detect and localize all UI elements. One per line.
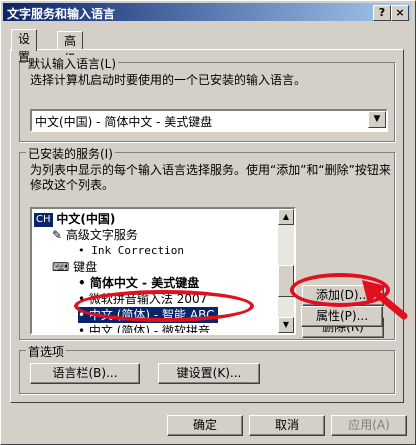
tree-label: 中文(中国): [56, 212, 116, 226]
title-bar[interactable]: 文字服务和输入语言 ? ×: [3, 3, 411, 21]
chevron-down-icon[interactable]: ▼: [368, 111, 386, 128]
window-title: 文字服务和输入语言: [7, 7, 116, 21]
preferences-legend: 首选项: [26, 343, 67, 360]
tab-settings-label: 设置: [18, 32, 31, 64]
tree-label: Ink Correction: [91, 244, 184, 257]
tree-item-language[interactable]: CH 中文(中国): [34, 211, 115, 227]
keyboard-icon: ⌨: [52, 260, 70, 274]
default-language-group: 默认输入语言(L) 选择计算机启动时要使用的一个已安装的输入语言。 中文(中国)…: [19, 55, 395, 142]
tree-scrollbar[interactable]: ▲ ▼: [278, 209, 294, 333]
default-language-legend: 默认输入语言(L): [26, 55, 119, 72]
default-language-value: 中文(中国) - 简体中文 - 美式键盘: [35, 115, 213, 129]
tree-label: 简体中文 - 美式键盘: [89, 276, 200, 290]
bullet-icon: •: [78, 324, 86, 335]
services-icon: ✎: [52, 228, 63, 242]
settings-panel: 默认输入语言(L) 选择计算机启动时要使用的一个已安装的输入语言。 中文(中国)…: [10, 49, 404, 403]
help-button[interactable]: ?: [373, 5, 391, 21]
tree-label: 中文 (简体) - 微软拼音: [88, 324, 211, 335]
bullet-icon: •: [78, 244, 85, 257]
installed-services-desc: 为列表中显示的每个输入语言选择服务。使用“添加”和“删除”按钮来修改这个列表。: [30, 163, 391, 192]
tree-item-advanced-services[interactable]: ✎ 高级文字服务: [52, 227, 138, 243]
preferences-group: 首选项 语言栏(B)... 键设置(K)...: [19, 343, 395, 394]
key-settings-button[interactable]: 键设置(K)...: [158, 363, 260, 384]
language-bar-button[interactable]: 语言栏(B)...: [30, 363, 140, 384]
apply-button[interactable]: 应用(A): [331, 415, 407, 436]
tree-item-us-keyboard[interactable]: • 简体中文 - 美式键盘: [78, 275, 199, 291]
tab-advanced[interactable]: 高级: [57, 31, 84, 66]
ok-button[interactable]: 确定: [167, 415, 243, 436]
installed-services-legend: 已安装的服务(I): [26, 145, 115, 162]
default-language-desc: 选择计算机启动时要使用的一个已安装的输入语言。: [30, 73, 307, 87]
cancel-button[interactable]: 取消: [249, 415, 325, 436]
highlight-oval-smart-abc: [74, 290, 254, 322]
tree-label: 高级文字服务: [65, 228, 138, 242]
tree-item-keyboard[interactable]: ⌨ 键盘: [52, 259, 97, 275]
bullet-icon: •: [78, 276, 86, 290]
language-badge-icon: CH: [34, 212, 53, 227]
red-arrow-icon: [362, 280, 408, 320]
tab-settings[interactable]: 设置: [11, 29, 38, 64]
scroll-down-icon[interactable]: ▼: [278, 317, 294, 333]
default-language-select[interactable]: 中文(中国) - 简体中文 - 美式键盘 ▼: [30, 109, 388, 132]
tree-item-ink-correction[interactable]: • Ink Correction: [78, 243, 184, 259]
close-button[interactable]: ×: [391, 5, 409, 21]
tree-item-mspy[interactable]: • 中文 (简体) - 微软拼音: [78, 323, 211, 335]
dialog-window: 文字服务和输入语言 ? × 设置 高级 默认输入语言(L) 选择计算机启动时要使…: [0, 0, 416, 445]
tree-label: 键盘: [73, 260, 98, 274]
scroll-up-icon[interactable]: ▲: [278, 209, 294, 225]
